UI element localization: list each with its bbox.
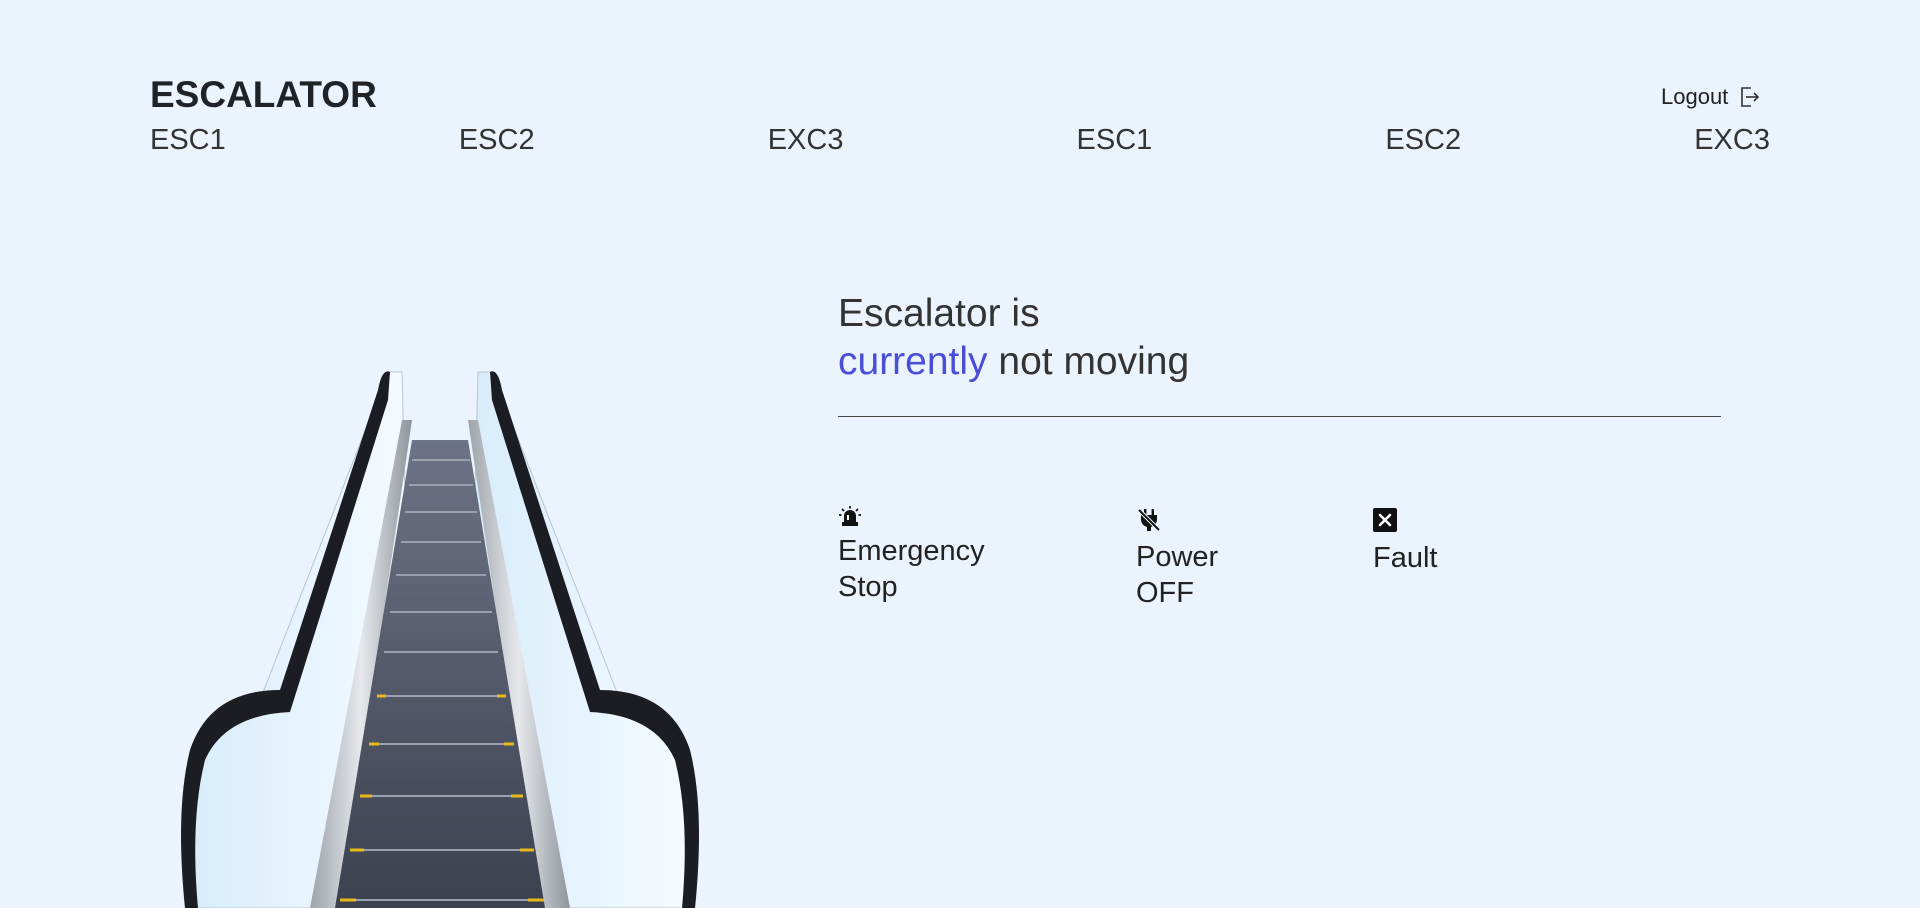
nav-item-esc2-b[interactable]: ESC2 — [1385, 124, 1461, 157]
headline-rest: not moving — [998, 340, 1190, 383]
logout-button[interactable]: Logout — [1661, 84, 1760, 110]
status-power-off: Power OFF — [1136, 507, 1218, 611]
emergency-label-line1: Emergency — [838, 535, 985, 567]
nav-item-esc2[interactable]: ESC2 — [459, 124, 535, 157]
nav-item-exc3-b[interactable]: EXC3 — [1694, 124, 1770, 157]
status-emergency-stop: Emergency Stop — [838, 505, 985, 605]
logout-icon — [1741, 87, 1760, 107]
page: ESCALATOR Logout ESC1 ESC2 EXC3 ESC1 ESC… — [0, 0, 1920, 908]
escalator-nav: ESC1 ESC2 EXC3 ESC1 ESC2 EXC3 — [150, 124, 1770, 157]
headline-line1: Escalator is — [838, 292, 1040, 335]
fault-label: Fault — [1373, 542, 1438, 574]
status-headline: Escalator is currently not moving — [838, 290, 1189, 386]
logout-label: Logout — [1661, 84, 1729, 109]
siren-icon — [839, 506, 861, 526]
nav-item-exc3[interactable]: EXC3 — [768, 124, 844, 157]
nav-item-esc1-b[interactable]: ESC1 — [1077, 124, 1153, 157]
escalator-illustration — [181, 371, 699, 908]
headline-accent: currently — [838, 340, 988, 383]
brand-title: ESCALATOR — [150, 74, 377, 115]
divider — [838, 416, 1721, 417]
power-off-icon — [1137, 508, 1161, 532]
nav-item-esc1[interactable]: ESC1 — [150, 124, 226, 157]
emergency-label-line2: Stop — [838, 571, 898, 603]
power-label-line1: Power — [1136, 541, 1219, 573]
status-fault: Fault — [1373, 508, 1437, 576]
fault-x-icon — [1373, 508, 1397, 532]
power-label-line2: OFF — [1136, 577, 1194, 609]
